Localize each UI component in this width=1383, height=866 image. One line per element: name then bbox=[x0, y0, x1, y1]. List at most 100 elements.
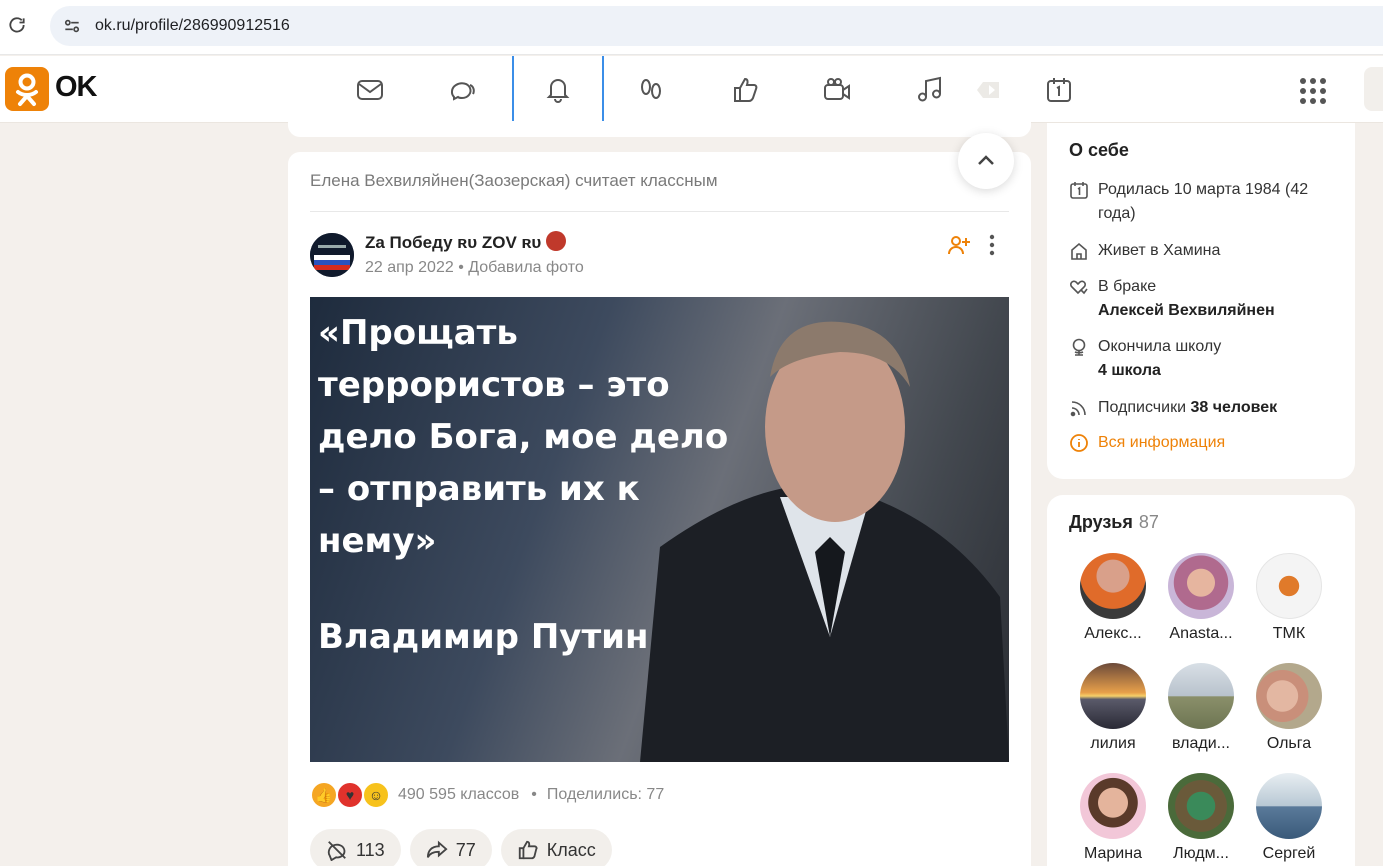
likes-count[interactable]: 490 595 классов bbox=[398, 786, 519, 804]
video-icon bbox=[977, 81, 999, 98]
divider bbox=[310, 211, 1009, 212]
friend-name: Людм... bbox=[1173, 845, 1229, 862]
subscribers-row[interactable]: Подписчики 38 человек bbox=[1069, 396, 1339, 420]
scroll-to-top-button[interactable] bbox=[958, 133, 1014, 189]
post-action: Добавила фото bbox=[468, 259, 584, 276]
friend-item[interactable]: лилия bbox=[1073, 663, 1153, 753]
nav-guests[interactable] bbox=[605, 56, 697, 123]
photo-quote-text: «Прощать террористов – это дело Бога, мо… bbox=[318, 313, 729, 561]
nav-discussions[interactable] bbox=[417, 56, 509, 123]
school-name[interactable]: 4 школа bbox=[1098, 362, 1161, 379]
video-call-icon bbox=[824, 77, 850, 100]
friend-name: Ольга bbox=[1266, 735, 1312, 752]
verified-badge-icon bbox=[546, 231, 567, 251]
ok-logo-icon[interactable] bbox=[5, 67, 49, 111]
nav-messages[interactable] bbox=[324, 56, 416, 123]
url-text: ok.ru/profile/286990912516 bbox=[95, 17, 290, 34]
lives-text: Живет в Хамина bbox=[1098, 242, 1221, 259]
nav-marks[interactable] bbox=[699, 56, 791, 123]
calendar-icon bbox=[1047, 77, 1071, 102]
post-photo[interactable]: «Прощать террористов – это дело Бога, мо… bbox=[310, 297, 1009, 762]
friend-item[interactable]: Anasta... bbox=[1161, 553, 1241, 643]
friends-title[interactable]: Друзья 87 bbox=[1069, 512, 1159, 533]
heart-reaction-icon: ♥ bbox=[336, 781, 364, 809]
friends-card: Друзья 87 Алекс... Anasta... ТМК лилия вл… bbox=[1047, 495, 1355, 866]
married-row: В браке Алексей Вехвиляйнен bbox=[1069, 275, 1339, 323]
friend-avatar bbox=[1168, 663, 1234, 729]
info-icon bbox=[1070, 434, 1088, 452]
comments-button[interactable]: 113 bbox=[310, 829, 401, 866]
previous-card-edge bbox=[288, 121, 1031, 137]
lives-row: Живет в Хамина bbox=[1069, 239, 1339, 263]
feed-post-card: Елена Вехвиляйнен(Заозерская) считает кл… bbox=[288, 152, 1031, 866]
add-friend-icon[interactable] bbox=[946, 232, 972, 258]
comment-icon bbox=[327, 841, 346, 861]
home-icon bbox=[1071, 242, 1087, 260]
logo-text: OK bbox=[55, 71, 97, 103]
friend-item[interactable]: Марина bbox=[1073, 773, 1153, 863]
friend-name: Сергей bbox=[1262, 845, 1316, 862]
friend-item[interactable]: Людм... bbox=[1161, 773, 1241, 863]
group-avatar[interactable] bbox=[310, 233, 354, 277]
birth-row: Родилась 10 марта 1984 (42 года) bbox=[1069, 178, 1339, 226]
post-actions: 113 77 Класс bbox=[310, 829, 612, 866]
hearts-icon bbox=[1070, 280, 1088, 295]
profile-menu-button[interactable] bbox=[1364, 67, 1383, 111]
author-name[interactable]: Zа Победу ʀᴜ ZOV ʀᴜ bbox=[365, 231, 567, 253]
friends-label: Друзья bbox=[1069, 512, 1133, 532]
friend-item[interactable]: Алекс... bbox=[1073, 553, 1153, 643]
friend-name: Anasta... bbox=[1169, 625, 1233, 642]
subscribers-value: 38 человек bbox=[1190, 399, 1278, 416]
stats-separator: • bbox=[531, 786, 537, 803]
like-reaction-icon: 👍 bbox=[310, 781, 338, 809]
friend-avatar bbox=[1256, 553, 1322, 619]
friend-item[interactable]: Ольга bbox=[1249, 663, 1329, 753]
reactions-row[interactable]: 👍 ♥ ☺ 490 595 классов • Поделились: 77 bbox=[310, 779, 664, 811]
school-label: Окончила школу bbox=[1098, 338, 1222, 355]
friend-name: Марина bbox=[1084, 845, 1142, 862]
nav-video-call[interactable] bbox=[791, 56, 883, 123]
spouse-name[interactable]: Алексей Вехвиляйнен bbox=[1098, 302, 1275, 319]
birth-text: Родилась 10 марта 1984 (42 года) bbox=[1098, 181, 1309, 222]
married-label: В браке bbox=[1098, 278, 1157, 295]
nav-notifications[interactable] bbox=[512, 56, 604, 123]
reshare-button[interactable]: 77 bbox=[409, 829, 492, 866]
reshare-count: 77 bbox=[455, 839, 476, 860]
friend-avatar bbox=[1256, 773, 1322, 839]
friend-item[interactable]: Сергей bbox=[1249, 773, 1329, 863]
address-bar[interactable]: ok.ru/profile/286990912516 bbox=[50, 6, 1383, 46]
comments-count: 113 bbox=[356, 839, 385, 860]
friends-count: 87 bbox=[1138, 512, 1159, 532]
thumbs-up-icon bbox=[518, 840, 538, 860]
nav-events[interactable] bbox=[1013, 56, 1105, 123]
about-card: О себе Родилась 10 марта 1984 (42 года) … bbox=[1047, 123, 1355, 479]
all-info-link[interactable]: Вся информация bbox=[1069, 431, 1339, 455]
friend-avatar bbox=[1256, 663, 1322, 729]
friend-avatar bbox=[1168, 553, 1234, 619]
notifications-icon bbox=[546, 78, 570, 103]
friend-name: лилия bbox=[1090, 735, 1136, 752]
messages-icon bbox=[357, 79, 383, 100]
site-settings-icon[interactable] bbox=[62, 16, 82, 36]
post-date[interactable]: 22 апр 2022 bbox=[365, 259, 454, 276]
class-label: Класс bbox=[546, 839, 596, 860]
music-icon bbox=[918, 76, 941, 101]
about-title: О себе bbox=[1069, 140, 1129, 160]
globe-icon bbox=[1072, 338, 1086, 356]
activity-text[interactable]: Елена Вехвиляйнен(Заозерская) считает кл… bbox=[310, 171, 718, 191]
subscribers-label: Подписчики bbox=[1098, 399, 1187, 416]
friend-item[interactable]: ТМК bbox=[1249, 553, 1329, 643]
chevron-up-icon bbox=[978, 155, 994, 165]
friend-avatar bbox=[1080, 553, 1146, 619]
friend-item[interactable]: влади... bbox=[1161, 663, 1241, 753]
class-button[interactable]: Класс bbox=[500, 829, 612, 866]
apps-grid-icon[interactable] bbox=[1298, 76, 1328, 106]
friend-avatar bbox=[1168, 773, 1234, 839]
reload-icon[interactable] bbox=[6, 14, 28, 36]
more-options-icon[interactable] bbox=[980, 232, 1004, 258]
browser-toolbar: ok.ru/profile/286990912516 bbox=[0, 0, 1383, 55]
site-header: OK bbox=[0, 56, 1383, 123]
thumbs-up-icon bbox=[734, 77, 758, 102]
shares-count[interactable]: Поделились: 77 bbox=[547, 786, 664, 804]
share-arrow-icon bbox=[426, 840, 448, 858]
